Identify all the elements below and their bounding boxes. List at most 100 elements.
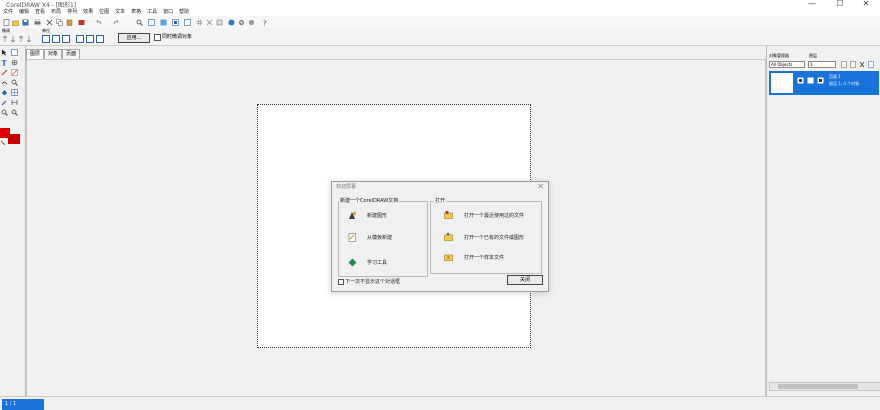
welcome-dialog: 欢迎屏幕 ✕ 新建一个CorelDRAW文档 新建图形 从模板新建 学习工具 打… — [331, 181, 549, 292]
property-bar: 微调 单位 应用... 同时微调对象 — [0, 28, 880, 46]
new-graphic-icon[interactable] — [348, 211, 357, 220]
menu-item-table[interactable]: 表格 — [128, 8, 144, 16]
tab-layers[interactable]: 图层 — [26, 49, 45, 59]
open-sample-icon[interactable] — [444, 252, 453, 261]
redo-icon[interactable] — [112, 19, 119, 26]
menu-item-help[interactable]: 帮助 — [176, 8, 192, 16]
clear-icon[interactable] — [206, 19, 213, 26]
welcome-icon[interactable] — [228, 19, 235, 26]
help-icon[interactable]: ? — [262, 19, 269, 27]
menu-item-file[interactable]: 文件 — [0, 8, 16, 16]
menu-bar: 文件 编辑 查看 布局 排列 效果 位图 文本 表格 工具 窗口 帮助 — [0, 8, 880, 16]
zoom-in-icon[interactable] — [1, 109, 8, 116]
docker-tools-icon[interactable] — [841, 61, 879, 68]
cut-icon[interactable] — [46, 19, 53, 26]
learning-tools-link[interactable]: 学习工具 — [367, 259, 387, 266]
scrollbar-thumb[interactable] — [778, 384, 858, 389]
menu-item-effects[interactable]: 效果 — [80, 8, 96, 16]
menu-item-tools[interactable]: 工具 — [144, 8, 160, 16]
align-icon[interactable] — [172, 19, 179, 26]
pick-tool-icon[interactable] — [1, 49, 8, 56]
lock-toggle-icon[interactable] — [817, 77, 824, 84]
menu-item-arrange[interactable]: 排列 — [64, 8, 80, 16]
eye-icon[interactable] — [11, 59, 18, 66]
copy-icon[interactable] — [56, 19, 63, 26]
zoom-icon[interactable] — [136, 19, 143, 26]
page-list-item[interactable]: 页面 1 图层 1, 0 个对象 — [769, 71, 879, 95]
menu-item-window[interactable]: 窗口 — [160, 8, 176, 16]
dialog-close-icon[interactable]: ✕ — [537, 182, 544, 191]
shape-tool-icon[interactable] — [11, 49, 18, 56]
open-recent-link[interactable]: 打开一个最近使用过的文件 — [464, 212, 524, 219]
print-toggle-icon[interactable] — [807, 77, 814, 84]
paste-icon[interactable] — [66, 19, 73, 26]
nudge-checkbox[interactable] — [154, 34, 161, 41]
import-icon[interactable] — [78, 19, 85, 26]
tab-objects[interactable]: 对象 — [44, 49, 63, 59]
learning-tools-icon[interactable] — [348, 258, 357, 267]
layer-combo[interactable]: 1 — [808, 61, 836, 68]
close-button[interactable]: ✕ — [852, 0, 880, 8]
new-from-template-link[interactable]: 从模板新建 — [367, 234, 392, 241]
eyedropper-tool-icon[interactable] — [1, 99, 8, 106]
fill-tool-icon[interactable] — [1, 89, 8, 96]
zoom-tool-icon[interactable] — [11, 79, 18, 86]
title-bar: CorelDRAW X4 - [图形1] — ☐ ✕ — [0, 0, 880, 9]
open-existing-icon[interactable] — [444, 232, 453, 241]
open-recent-icon[interactable] — [444, 210, 453, 219]
menu-item-edit[interactable]: 编辑 — [16, 8, 32, 16]
options-icon[interactable] — [216, 19, 223, 26]
menu-item-text[interactable]: 文本 — [112, 8, 128, 16]
tab-pages[interactable]: 页面 — [62, 49, 81, 59]
undo-icon[interactable] — [96, 19, 103, 26]
menu-item-view[interactable]: 查看 — [32, 8, 48, 16]
nudge-arrows-icon[interactable] — [2, 35, 36, 43]
objects-combo[interactable]: All Objects — [769, 61, 805, 68]
zoom-out-icon[interactable] — [11, 109, 18, 116]
menu-item-layout[interactable]: 布局 — [48, 8, 64, 16]
document-tabs: 图层 对象 页面 — [26, 49, 81, 59]
application-launcher-icon[interactable] — [160, 19, 167, 26]
dimension-tool-icon[interactable] — [11, 99, 18, 106]
page-status: 1 / 1 — [2, 399, 44, 410]
dialog-close-button[interactable]: 关闭 — [507, 275, 543, 285]
crop-tool-icon[interactable] — [11, 69, 18, 76]
page-thumbnail — [771, 73, 793, 93]
gear-icon[interactable] — [248, 19, 255, 26]
print-icon[interactable] — [34, 19, 41, 26]
visibility-icon[interactable] — [797, 77, 804, 84]
dialog-title: 欢迎屏幕 — [336, 184, 357, 190]
docker-scrollbar[interactable] — [769, 382, 880, 391]
open-group-label: 打开 — [434, 197, 447, 204]
minimize-button[interactable]: — — [798, 0, 826, 8]
alignment-buttons-icon[interactable] — [42, 35, 112, 43]
new-graphic-link[interactable]: 新建图形 — [367, 212, 387, 219]
toolbox: T — [0, 46, 26, 396]
grid-icon[interactable] — [196, 19, 203, 26]
menu-item-bitmaps[interactable]: 位图 — [96, 8, 112, 16]
new-from-template-icon[interactable] — [348, 233, 357, 242]
outline-color-swatch[interactable] — [8, 134, 20, 144]
snap-icon[interactable] — [184, 19, 191, 26]
maximize-button[interactable]: ☐ — [826, 0, 854, 8]
new-document-icon[interactable] — [3, 19, 10, 26]
object-manager-label: 对象管理器 — [769, 53, 789, 58]
swap-colors-icon[interactable] — [0, 139, 7, 146]
page-item-title: 页面 1 — [829, 74, 841, 79]
page-item-subtitle: 图层 1, 0 个对象 — [829, 81, 860, 86]
svg-text:?: ? — [263, 20, 267, 27]
table-tool-icon[interactable] — [11, 89, 18, 96]
open-sample-link[interactable]: 打开一个样本文件 — [464, 254, 504, 261]
save-icon[interactable] — [22, 19, 29, 26]
dont-show-checkbox[interactable] — [338, 279, 344, 285]
units-label: 单位 — [42, 28, 50, 33]
apply-button[interactable]: 应用... — [118, 33, 150, 43]
export-icon[interactable] — [148, 19, 155, 26]
text-tool-icon[interactable]: T — [1, 59, 8, 66]
open-existing-link[interactable]: 打开一个已有的文件或图形 — [464, 234, 524, 241]
open-icon[interactable] — [12, 19, 19, 26]
object-manager-docker: 对象管理器 图层 All Objects 1 页面 1 图层 1, 0 个对象 — [766, 46, 880, 396]
pen-tool-icon[interactable] — [1, 79, 8, 86]
freehand-tool-icon[interactable] — [1, 69, 8, 76]
settings-icon[interactable] — [238, 19, 245, 26]
